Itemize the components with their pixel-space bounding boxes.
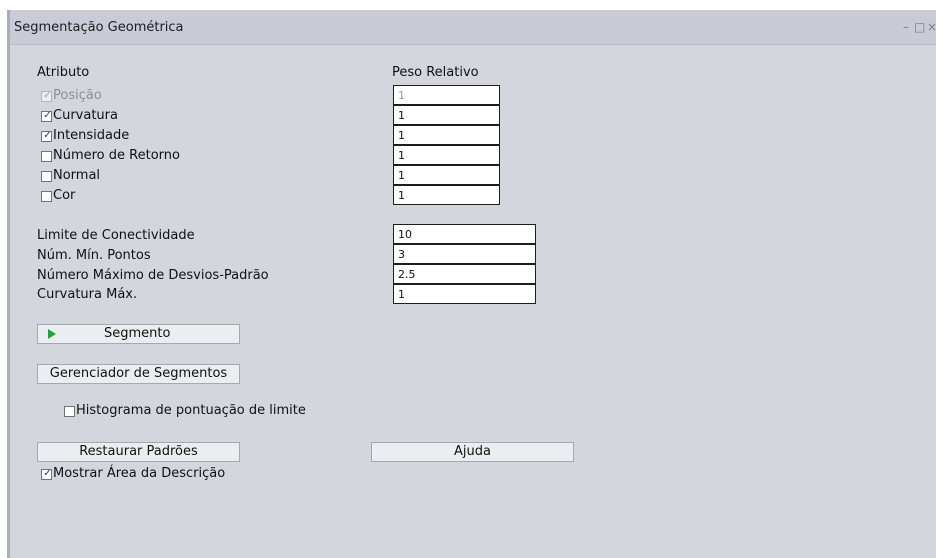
curvature-checkbox[interactable]: ✓: [41, 110, 52, 122]
attribute-header: Atributo: [37, 65, 90, 80]
help-button[interactable]: Ajuda: [371, 442, 574, 462]
check-icon: ✓: [43, 110, 52, 121]
position-label: Posição: [53, 88, 102, 103]
return-number-label: Número de Retorno: [53, 148, 180, 163]
show-description-label: Mostrar Área da Descrição: [53, 466, 226, 481]
close-icon[interactable]: ×: [927, 20, 936, 34]
intensity-label: Intensidade: [53, 128, 130, 143]
histogram-checkbox[interactable]: [64, 406, 75, 417]
title-bar[interactable]: Segmentação Geométrica – □ ×: [10, 10, 936, 45]
check-icon: ✓: [43, 468, 52, 479]
connectivity-limit-label: Limite de Conectividade: [37, 228, 195, 243]
return-number-checkbox[interactable]: [41, 151, 52, 162]
position-weight-input: [393, 85, 500, 105]
normal-weight-input[interactable]: [393, 165, 500, 185]
color-weight-input[interactable]: [393, 185, 500, 205]
segment-button[interactable]: Segmento: [37, 324, 240, 344]
min-points-label: Núm. Mín. Pontos: [37, 248, 151, 263]
color-label: Cor: [53, 188, 76, 203]
position-checkbox: ✓: [41, 90, 52, 102]
connectivity-limit-input[interactable]: [393, 224, 536, 244]
restore-defaults-button[interactable]: Restaurar Padrões: [37, 442, 240, 462]
segmentation-window: Segmentação Geométrica – □ × Atributo Pe…: [7, 10, 936, 558]
minimize-icon[interactable]: –: [903, 20, 909, 34]
max-curvature-input[interactable]: [393, 284, 536, 304]
check-icon: ✓: [43, 130, 52, 141]
max-std-dev-label: Número Máximo de Desvios-Padrão: [37, 268, 269, 283]
check-icon: ✓: [43, 90, 52, 101]
intensity-checkbox[interactable]: ✓: [41, 130, 52, 142]
intensity-weight-input[interactable]: [393, 125, 500, 145]
segment-button-label: Segmento: [104, 326, 171, 341]
color-checkbox[interactable]: [41, 191, 52, 202]
show-description-checkbox[interactable]: ✓: [41, 468, 52, 480]
normal-checkbox[interactable]: [41, 171, 52, 182]
max-curvature-label: Curvatura Máx.: [37, 287, 138, 302]
segment-manager-button[interactable]: Gerenciador de Segmentos: [37, 364, 240, 384]
curvature-label: Curvatura: [53, 108, 118, 123]
window-title: Segmentação Geométrica: [14, 20, 184, 35]
weight-header: Peso Relativo: [392, 65, 479, 80]
max-std-dev-input[interactable]: [393, 264, 536, 284]
maximize-icon[interactable]: □: [914, 20, 925, 34]
normal-label: Normal: [53, 168, 101, 183]
curvature-weight-input[interactable]: [393, 105, 500, 125]
min-points-input[interactable]: [393, 244, 536, 264]
histogram-label: Histograma de pontuação de limite: [76, 403, 306, 418]
play-icon: [48, 329, 56, 339]
return-number-weight-input[interactable]: [393, 145, 500, 165]
